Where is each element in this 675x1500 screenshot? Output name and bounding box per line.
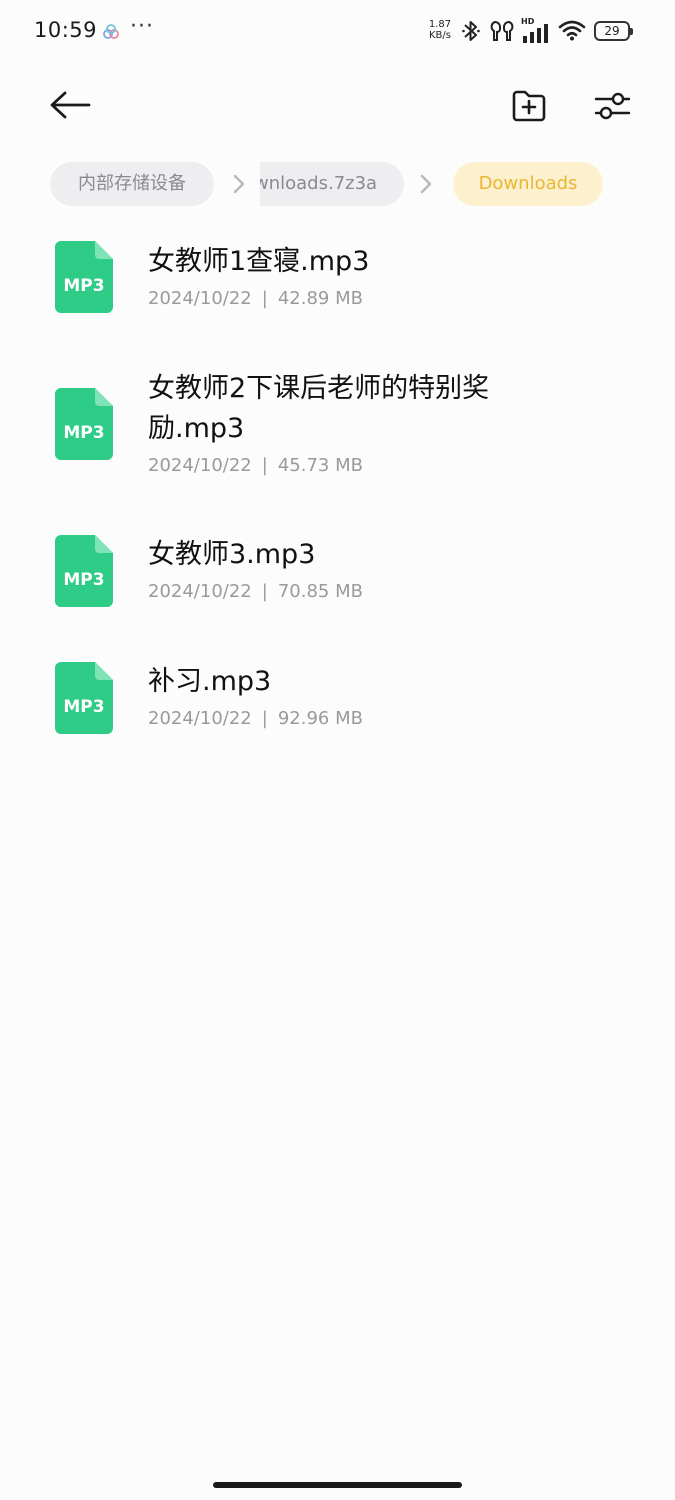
file-size: 42.89 MB bbox=[277, 288, 363, 309]
chevron-right-icon bbox=[420, 174, 432, 194]
network-speed: 1.87 KB/s bbox=[424, 19, 456, 41]
new-folder-button[interactable] bbox=[504, 82, 554, 130]
mp3-file-icon: MP3 bbox=[55, 535, 113, 607]
file-manager-screen: 10:59 ··· 1.87 KB/s HD 29 内部存储设备 wnloads… bbox=[0, 0, 675, 1500]
breadcrumb-downloads-archive-label: wnloads.7z3a bbox=[260, 173, 378, 194]
meta-separator: | bbox=[261, 455, 268, 476]
battery-indicator: 29 bbox=[594, 21, 633, 41]
file-meta: 2024/10/22 | 42.89 MB bbox=[148, 288, 363, 309]
arrow-left-icon bbox=[50, 91, 91, 119]
file-date: 2024/10/22 bbox=[148, 581, 252, 602]
meta-separator: | bbox=[261, 708, 268, 729]
home-indicator[interactable] bbox=[213, 1482, 462, 1488]
app-notification-icon bbox=[103, 24, 119, 39]
filter-settings-button[interactable] bbox=[586, 82, 638, 130]
file-meta: 2024/10/22 | 92.96 MB bbox=[148, 708, 363, 729]
meta-separator: | bbox=[261, 288, 268, 309]
mp3-file-icon-label: MP3 bbox=[63, 570, 104, 590]
file-meta: 2024/10/22 | 70.85 MB bbox=[148, 581, 363, 602]
wifi-icon bbox=[558, 20, 586, 41]
mp3-file-icon-label: MP3 bbox=[63, 276, 104, 296]
breadcrumb-internal-storage[interactable]: 内部存储设备 bbox=[50, 162, 214, 206]
more-notifications-icon: ··· bbox=[130, 14, 154, 39]
earbuds-icon bbox=[490, 20, 514, 41]
mp3-file-icon: MP3 bbox=[55, 241, 113, 313]
file-item[interactable]: MP3 补习.mp3 2024/10/22 | 92.96 MB bbox=[0, 657, 675, 753]
file-size: 92.96 MB bbox=[277, 708, 363, 729]
file-size: 45.73 MB bbox=[277, 455, 363, 476]
back-button[interactable] bbox=[44, 82, 96, 128]
sliders-icon bbox=[594, 92, 631, 120]
file-name: 女教师3.mp3 bbox=[148, 539, 316, 570]
folder-plus-icon bbox=[512, 90, 546, 122]
mp3-file-icon-label: MP3 bbox=[63, 697, 104, 717]
breadcrumb-downloads-archive[interactable]: wnloads.7z3a bbox=[260, 162, 404, 206]
status-bar: 10:59 ··· 1.87 KB/s HD 29 bbox=[0, 0, 675, 64]
cellular-signal-icon: HD bbox=[521, 17, 553, 45]
chevron-right-icon bbox=[233, 174, 245, 194]
mp3-file-icon-label: MP3 bbox=[63, 423, 104, 443]
file-item[interactable]: MP3 女教师3.mp3 2024/10/22 | 70.85 MB bbox=[0, 530, 675, 626]
file-name: 女教师1查寝.mp3 bbox=[148, 246, 370, 277]
file-item[interactable]: MP3 女教师2下课后老师的特别奖励.mp3 2024/10/22 | 45.73 … bbox=[0, 366, 675, 490]
mp3-file-icon: MP3 bbox=[55, 662, 113, 734]
file-name: 女教师2下课后老师的特别奖励.mp3 bbox=[148, 373, 490, 444]
network-speed-unit: KB/s bbox=[429, 30, 451, 41]
file-item[interactable]: MP3 女教师1查寝.mp3 2024/10/22 | 42.89 MB bbox=[0, 236, 675, 332]
file-date: 2024/10/22 bbox=[148, 455, 252, 476]
meta-separator: | bbox=[261, 581, 268, 602]
breadcrumb: 内部存储设备 wnloads.7z3a Downloads bbox=[0, 160, 675, 210]
file-meta: 2024/10/22 | 45.73 MB bbox=[148, 455, 363, 476]
breadcrumb-downloads-current[interactable]: Downloads bbox=[453, 162, 603, 206]
network-speed-value: 1.87 bbox=[428, 19, 452, 30]
mp3-file-icon: MP3 bbox=[55, 388, 113, 460]
bluetooth-icon bbox=[462, 21, 480, 41]
file-date: 2024/10/22 bbox=[148, 288, 252, 309]
file-date: 2024/10/22 bbox=[148, 708, 252, 729]
status-time: 10:59 bbox=[34, 18, 98, 42]
file-size: 70.85 MB bbox=[277, 581, 363, 602]
file-name: 补习.mp3 bbox=[148, 666, 272, 697]
